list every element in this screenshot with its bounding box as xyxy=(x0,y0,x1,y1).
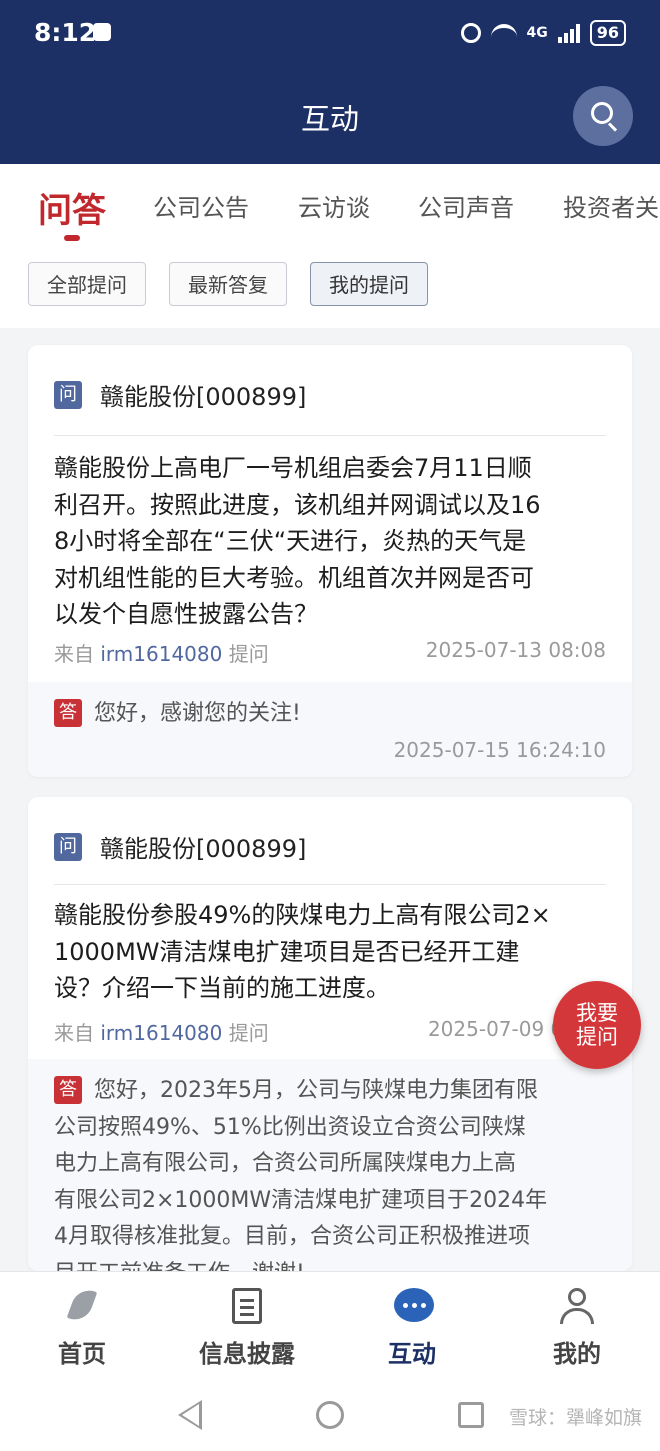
answer-text: 答您好，2023年5月，公司与陕煤电力集团有限 公司按照49%、51%比例出资设… xyxy=(54,1076,548,1271)
answer-section: 答您好，2023年5月，公司与陕煤电力集团有限 公司按照49%、51%比例出资设… xyxy=(28,1059,632,1271)
card-company-row: 问 赣能股份[000899] xyxy=(54,829,306,864)
question-text: 赣能股份上高电厂一号机组启委会7月11日顺 利召开。按照此进度，该机组并网调试以… xyxy=(54,454,541,628)
leaf-icon xyxy=(66,1285,98,1325)
system-nav-bar: 雪球：犟峰如旗 xyxy=(0,1381,660,1451)
document-icon xyxy=(232,1288,262,1324)
nav-home[interactable]: 首页 xyxy=(32,1285,132,1369)
wifi-icon xyxy=(490,24,517,42)
network-type: 4G xyxy=(526,25,548,41)
card-company-row: 问 赣能股份[000899] xyxy=(54,377,306,412)
tab-announcements[interactable]: 公司公告 xyxy=(153,188,249,223)
filter-bar: 全部提问 最新答复 我的提问 xyxy=(0,244,660,328)
question-date: 2025-07-13 08:08 xyxy=(425,638,606,662)
user-icon xyxy=(559,1288,595,1324)
signal-icon xyxy=(557,23,580,43)
question-meta: 来自 irm1614080 提问 2025-07-09 08 xyxy=(54,1017,576,1045)
question-text: 赣能股份参股49%的陕煤电力上高有限公司2× 1000MW清洁煤电扩建项目是否已… xyxy=(54,901,551,1002)
tab-company-voice[interactable]: 公司声音 xyxy=(418,188,514,223)
search-button[interactable] xyxy=(573,86,633,146)
home-icon[interactable] xyxy=(316,1401,344,1429)
filter-all-questions[interactable]: 全部提问 xyxy=(28,262,146,306)
question-badge: 问 xyxy=(54,380,82,409)
divider xyxy=(54,435,606,436)
tab-cloud-interviews[interactable]: 云访谈 xyxy=(298,188,370,223)
company-name[interactable]: 赣能股份[000899] xyxy=(100,829,306,864)
question-badge: 问 xyxy=(54,832,82,861)
question-meta: 来自 irm1614080 提问 2025-07-13 08:08 xyxy=(54,638,606,666)
recent-apps-icon[interactable] xyxy=(458,1402,484,1428)
notification-icon xyxy=(93,23,111,41)
app-header: 互动 xyxy=(0,66,660,164)
battery-indicator: 96 xyxy=(589,20,626,46)
filter-latest-replies[interactable]: 最新答复 xyxy=(169,262,287,306)
bottom-nav: 首页 信息披露 互动 我的 xyxy=(0,1271,660,1382)
answer-badge: 答 xyxy=(54,699,82,727)
category-tabs: 问答 公司公告 云访谈 公司声音 投资者关 xyxy=(0,164,660,245)
alarm-icon xyxy=(460,23,481,43)
tab-investor-relations[interactable]: 投资者关 xyxy=(563,188,659,223)
back-icon[interactable] xyxy=(178,1400,202,1430)
asker-username[interactable]: irm1614080 xyxy=(100,1021,222,1045)
answer-date: 2025-07-15 16:24:10 xyxy=(393,738,606,762)
ask-question-button[interactable]: 我要 提问 xyxy=(553,981,641,1069)
answer-text: 答您好，感谢您的关注! xyxy=(54,696,610,733)
chat-icon xyxy=(394,1288,434,1322)
page-title: 互动 xyxy=(300,102,359,136)
company-name[interactable]: 赣能股份[000899] xyxy=(100,377,306,412)
qa-card[interactable]: 问 赣能股份[000899] 赣能股份上高电厂一号机组启委会7月11日顺 利召开… xyxy=(28,345,632,777)
status-bar: 8:12 4G 96 xyxy=(0,0,660,66)
divider xyxy=(54,884,606,885)
qa-card[interactable]: 问 赣能股份[000899] 赣能股份参股49%的陕煤电力上高有限公司2× 10… xyxy=(28,797,632,1271)
nav-interaction[interactable]: 互动 xyxy=(362,1288,462,1369)
active-tab-indicator xyxy=(64,235,80,241)
filter-my-questions[interactable]: 我的提问 xyxy=(310,262,428,306)
status-icons: 4G 96 xyxy=(460,20,626,46)
nav-profile[interactable]: 我的 xyxy=(527,1288,627,1369)
nav-disclosure[interactable]: 信息披露 xyxy=(197,1288,297,1369)
answer-badge: 答 xyxy=(54,1076,82,1104)
watermark: 雪球：犟峰如旗 xyxy=(508,1407,642,1429)
answer-section: 答您好，感谢您的关注! 2025-07-15 16:24:10 xyxy=(28,682,632,777)
status-time: 8:12 xyxy=(34,18,97,47)
asker-username[interactable]: irm1614080 xyxy=(100,642,222,666)
search-icon xyxy=(591,102,613,124)
tab-qa[interactable]: 问答 xyxy=(38,183,106,232)
